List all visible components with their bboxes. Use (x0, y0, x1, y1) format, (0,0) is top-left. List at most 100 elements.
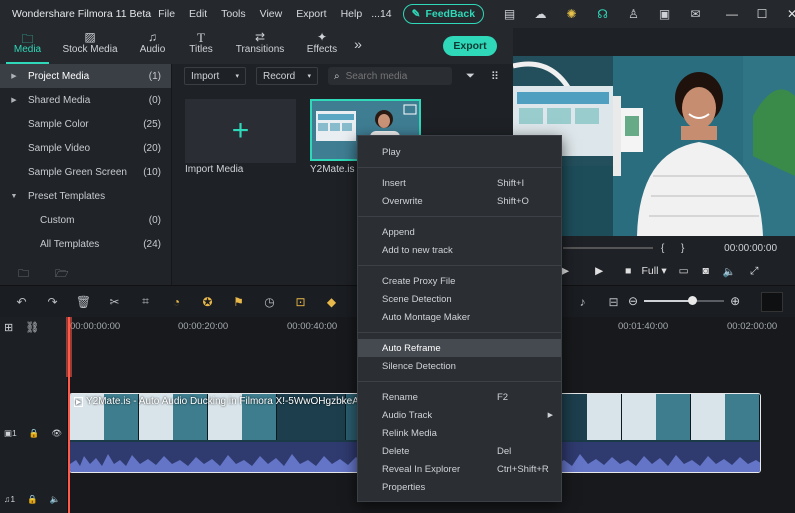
keyframe-icon[interactable]: ◆ (316, 295, 347, 309)
tab-effects[interactable]: ✦ Effects (298, 30, 346, 64)
menu-item-silence-detection[interactable]: Silence Detection (358, 357, 561, 375)
zoom-in-icon[interactable]: ⊕ (730, 294, 740, 308)
volume-icon[interactable]: 🔈 (723, 265, 736, 278)
library-item-all-templates[interactable]: All Templates (24) (0, 232, 171, 256)
menu-export[interactable]: Export (289, 8, 333, 20)
menu-item-auto-reframe[interactable]: Auto Reframe (358, 339, 561, 357)
zoom-slider[interactable] (644, 296, 725, 305)
library-item-sample-green-screen[interactable]: Sample Green Screen (10) (0, 160, 171, 184)
search-input[interactable] (345, 70, 446, 82)
record-dropdown[interactable]: Record ▾ (256, 67, 318, 85)
speaker-icon[interactable]: 🔈 (50, 494, 61, 505)
library-item-custom[interactable]: Custom (0) (0, 208, 171, 232)
import-dropdown[interactable]: Import ▾ (184, 67, 246, 85)
panel-layout-icon[interactable] (761, 292, 783, 312)
add-track-icon[interactable]: ⊞ (4, 321, 13, 334)
audio-track-number: 1 (10, 494, 16, 504)
color-palette-icon[interactable]: ✪ (192, 295, 223, 309)
menu-file[interactable]: File (151, 8, 182, 20)
menu-item-overwrite[interactable]: Overwrite Shift+O (358, 192, 561, 210)
scrub-bar[interactable] (563, 247, 653, 249)
snap-icon[interactable]: ⊟ (598, 295, 629, 309)
menu-more[interactable]: ...14 (369, 8, 398, 20)
headset-support-icon[interactable]: ☊ (587, 7, 618, 21)
menu-item-create-proxy-file[interactable]: Create Proxy File (358, 272, 561, 290)
maximize-icon[interactable]: ☐ (747, 7, 777, 21)
save-icon[interactable]: ▣ (649, 7, 680, 21)
library-item-preset-templates[interactable]: ▼ Preset Templates (0, 184, 171, 208)
minimize-icon[interactable]: — (717, 7, 747, 21)
speed-icon[interactable]: ◔ (161, 295, 192, 309)
lock-icon[interactable]: 🔒 (27, 494, 38, 505)
step-forward-icon[interactable]: ▶ (561, 265, 569, 277)
play-icon[interactable]: ▶ (595, 265, 603, 277)
duration-timer-icon[interactable]: ◷ (254, 295, 285, 309)
tab-titles[interactable]: T Titles (180, 30, 222, 64)
close-icon[interactable]: ✕ (777, 7, 795, 21)
menu-help[interactable]: Help (334, 8, 370, 20)
lightbulb-icon[interactable]: ✺ (556, 7, 587, 21)
playhead[interactable] (68, 317, 70, 513)
menu-item-scene-detection[interactable]: Scene Detection (358, 290, 561, 308)
snapshot-camera-icon[interactable]: ◙ (703, 265, 709, 277)
menu-item-append[interactable]: Append (358, 223, 561, 241)
feedback-icon: ✎ (411, 8, 421, 20)
tab-audio[interactable]: ♫ Audio (125, 30, 180, 64)
fullscreen-icon[interactable]: ⤢ (750, 265, 758, 278)
stop-icon[interactable]: ■ (625, 265, 631, 277)
delete-icon[interactable]: 🗑 (68, 295, 99, 309)
menu-item-auto-montage-maker[interactable]: Auto Montage Maker (358, 308, 561, 326)
export-button[interactable]: Export (443, 36, 497, 56)
menu-item-rename[interactable]: Rename F2 (358, 388, 561, 406)
library-item-sample-color[interactable]: Sample Color (25) (0, 112, 171, 136)
tab-label: Audio (139, 44, 166, 55)
filter-icon[interactable]: ⏷ (466, 70, 475, 83)
folder-icon[interactable]: 🗁 (55, 265, 69, 284)
menu-item-play[interactable]: Play (358, 143, 561, 161)
menu-item-audio-track[interactable]: Audio Track ▶ (358, 406, 561, 424)
display-icon[interactable]: ▭ (679, 265, 689, 277)
cut-scissors-icon[interactable]: ✂ (99, 295, 130, 309)
menu-item-insert[interactable]: Insert Shift+I (358, 174, 561, 192)
track-headers: ⊞ ⛓ ▣1 🔒 👁 ♫1 🔒 🔈 (0, 317, 68, 513)
quality-select[interactable]: Full ▾ (642, 265, 667, 277)
motion-tracking-icon[interactable]: ⊡ (285, 295, 316, 309)
render-preview-icon[interactable]: ♪ (567, 295, 598, 309)
undo-icon[interactable]: ↶ (6, 295, 37, 309)
menu-bar: File Edit Tools View Export Help ...14 (151, 8, 399, 20)
redo-icon[interactable]: ↷ (37, 295, 68, 309)
grid-view-icon[interactable]: ⠿ (491, 70, 499, 83)
cloud-icon[interactable]: ☁ (525, 7, 556, 21)
menu-item-properties[interactable]: Properties (358, 478, 561, 496)
menu-view[interactable]: View (253, 8, 290, 20)
tab-media[interactable]: 🗀 Media (0, 30, 55, 64)
mail-icon[interactable]: ✉ (680, 7, 711, 21)
menu-item-delete[interactable]: Delete Del (358, 442, 561, 460)
zoom-slider-knob[interactable] (687, 296, 697, 305)
menu-item-add-to-new-track[interactable]: Add to new track (358, 241, 561, 259)
account-icon[interactable]: ♙ (618, 7, 649, 21)
library-item-sample-video[interactable]: Sample Video (20) (0, 136, 171, 160)
menu-edit[interactable]: Edit (182, 8, 214, 20)
menu-item-relink-media[interactable]: Relink Media (358, 424, 561, 442)
lock-icon[interactable]: 🔒 (29, 428, 40, 439)
import-media-tile[interactable]: + (185, 99, 296, 163)
submenu-arrow-icon: ▶ (547, 412, 553, 419)
stabilize-icon[interactable]: ⚑ (223, 295, 254, 309)
link-icon[interactable]: ⛓ (25, 321, 39, 334)
more-tabs-icon[interactable]: » (346, 36, 370, 64)
menu-item-reveal-in-explorer[interactable]: Reveal In Explorer Ctrl+Shift+R (358, 460, 561, 478)
menu-tools[interactable]: Tools (214, 8, 253, 20)
eye-icon[interactable]: 👁 (51, 428, 62, 439)
in-out-brackets[interactable]: { } (661, 243, 684, 254)
zoom-out-icon[interactable]: ⊖ (628, 294, 638, 308)
menu-item-label: Add to new track (382, 244, 453, 256)
tab-stock-media[interactable]: ▨ Stock Media (55, 30, 125, 64)
crop-icon[interactable]: ⌗ (130, 294, 161, 309)
notes-icon[interactable]: ▤ (494, 7, 525, 21)
tab-transitions[interactable]: ⇄ Transitions (222, 30, 298, 64)
new-folder-icon[interactable]: 🗀 (18, 265, 29, 284)
feedback-button[interactable]: ✎ FeedBack (402, 4, 485, 24)
library-item-shared-media[interactable]: ▶ Shared Media (0) (0, 88, 171, 112)
library-item-project-media[interactable]: ▶ Project Media (1) (0, 64, 171, 88)
